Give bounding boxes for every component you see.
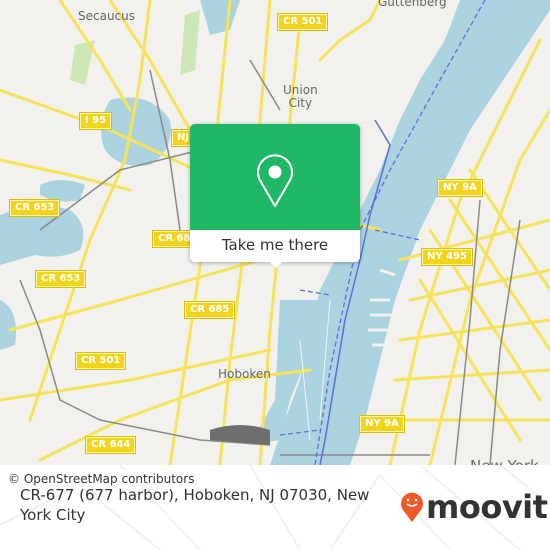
place-label-hoboken: Hoboken	[218, 367, 271, 381]
popup-header[interactable]	[190, 124, 360, 230]
moovit-wordmark: moovit	[426, 488, 548, 526]
route-shield-ny9a: NY 9A	[437, 179, 483, 197]
take-me-there-button[interactable]: Take me there	[190, 230, 360, 262]
route-shield-cr685: CR 685	[183, 301, 236, 319]
place-label-guttenberg: Guttenberg	[378, 0, 447, 9]
place-label-secaucus: Secaucus	[78, 9, 136, 23]
moovit-logo[interactable]: moovit	[400, 487, 548, 527]
route-shield-cr501: CR 501	[276, 13, 329, 31]
location-address: CR-677 (677 harbor), Hoboken, NJ 07030, …	[20, 486, 370, 524]
take-me-there-popup[interactable]: Take me there	[190, 124, 360, 268]
route-shield-cr644: CR 644	[84, 436, 137, 454]
route-shield-ny495: NY 495	[421, 248, 473, 266]
route-shield-ny9a: NY 9A	[359, 415, 405, 433]
route-shield-i95: I 95	[78, 112, 113, 130]
moovit-pin-icon	[401, 492, 423, 522]
popup-pointer	[269, 261, 283, 268]
place-label-union-city: Union City	[283, 83, 318, 110]
map-view[interactable]: Secaucus Guttenberg Union City Hoboken N…	[0, 0, 550, 465]
location-pin-icon	[257, 154, 293, 207]
route-shield-cr501: CR 501	[74, 352, 127, 370]
osm-attribution[interactable]: © OpenStreetMap contributors	[0, 470, 203, 489]
route-shield-cr653: CR 653	[34, 270, 87, 288]
place-label-new-york: New York	[470, 459, 539, 466]
route-shield-cr653: CR 653	[8, 199, 61, 217]
